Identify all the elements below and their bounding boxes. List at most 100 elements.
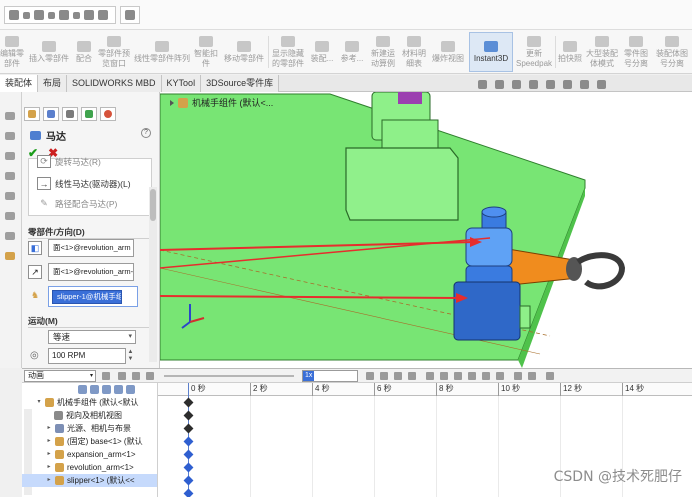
- tree-item-views[interactable]: 视向及相机视图: [22, 409, 157, 422]
- smart-fastener-button[interactable]: 智能扣 件: [192, 32, 220, 72]
- play-from-start-icon[interactable]: [118, 372, 126, 380]
- exploded-view-button[interactable]: 爆炸视图: [430, 32, 466, 72]
- appearance-icon[interactable]: [563, 80, 572, 89]
- insert-component-button[interactable]: 插入零部件: [26, 32, 72, 72]
- move-component-button[interactable]: 移动零部件: [222, 32, 266, 72]
- tab-assembly[interactable]: 装配体: [0, 75, 39, 92]
- model-scene[interactable]: [160, 92, 692, 368]
- large-assembly-button[interactable]: 大型装配 体模式: [585, 32, 619, 72]
- tab-layout[interactable]: 布局: [38, 75, 68, 92]
- strip-icon-3[interactable]: [5, 152, 15, 160]
- strip-icon-2[interactable]: [5, 132, 15, 140]
- mate-button[interactable]: 配合: [74, 32, 94, 72]
- key-point[interactable]: [183, 488, 194, 497]
- calculate-icon[interactable]: [102, 372, 110, 380]
- contact-icon[interactable]: [482, 372, 490, 380]
- tree-item-revolution-arm[interactable]: ▸ revolution_arm<1>: [22, 461, 157, 474]
- new-motion-study-button[interactable]: 新建运 动算例: [368, 32, 398, 72]
- edit-component-button[interactable]: 编辑零 部件: [0, 32, 24, 72]
- tree-item-assembly[interactable]: ▾ 机械手组件 (默认<默认: [22, 396, 157, 409]
- stop-icon[interactable]: [146, 372, 154, 380]
- reverse-direction-icon[interactable]: ↗: [28, 265, 42, 279]
- add-key-icon[interactable]: [408, 372, 416, 380]
- strip-icon-4[interactable]: [5, 172, 15, 180]
- display-manager-tab[interactable]: [100, 107, 116, 121]
- animation-wizard-icon[interactable]: [380, 372, 388, 380]
- study-properties-icon[interactable]: [528, 372, 536, 380]
- direction-field-2[interactable]: 面<1>@revolution_arm-: [48, 263, 134, 281]
- arc-icon[interactable]: [34, 10, 44, 20]
- direction-field-1[interactable]: 面<1>@revolution_arm: [48, 239, 134, 257]
- zoom-icon[interactable]: [478, 80, 487, 89]
- force-icon[interactable]: [468, 372, 476, 380]
- study-type-select[interactable]: 动画 ▾: [24, 370, 96, 382]
- line-icon[interactable]: [9, 10, 19, 20]
- view-orientation-icon[interactable]: [512, 80, 521, 89]
- strip-icon-5[interactable]: [5, 192, 15, 200]
- save-animation-icon[interactable]: [366, 372, 374, 380]
- tree-item-base[interactable]: ▸ (固定) base<1> (默认: [22, 435, 157, 448]
- component-preview-button[interactable]: 零部件预 览窗口: [96, 32, 132, 72]
- snapshot-button[interactable]: 拍快照: [557, 32, 583, 72]
- scroll-thumb[interactable]: [150, 189, 156, 221]
- key-point[interactable]: [183, 449, 194, 460]
- property-manager-tab[interactable]: [43, 107, 59, 121]
- help-icon[interactable]: ?: [141, 128, 151, 138]
- expand-icon[interactable]: ▸: [46, 448, 52, 461]
- component-field[interactable]: slipper-1@机械手组: [52, 290, 122, 304]
- dimxpert-tab[interactable]: [81, 107, 97, 121]
- linear-motor-option[interactable]: → 线性马达(驱动器)(L): [37, 177, 131, 190]
- expand-icon[interactable]: ▸: [46, 435, 52, 448]
- speed-input[interactable]: 100 RPM ▲ ▼: [48, 348, 133, 364]
- pm-scrollbar[interactable]: [149, 187, 157, 362]
- filter-animated-icon[interactable]: [78, 385, 87, 394]
- tab-kytool[interactable]: KYTool: [161, 75, 202, 92]
- reference-geometry-button[interactable]: 参考...: [338, 32, 366, 72]
- rotary-motor-option[interactable]: ⟳ 旋转马达(R): [37, 155, 101, 168]
- key-point[interactable]: [183, 462, 194, 473]
- tab-3dsource[interactable]: 3DSource零件库: [201, 75, 280, 92]
- dot-icon[interactable]: [73, 11, 80, 19]
- config-manager-tab[interactable]: [62, 107, 78, 121]
- tab-mbd[interactable]: SOLIDWORKS MBD: [67, 75, 162, 92]
- key-point[interactable]: [183, 423, 194, 434]
- key-point[interactable]: [183, 436, 194, 447]
- key-point[interactable]: [183, 410, 194, 421]
- strip-icon-8[interactable]: [5, 252, 15, 260]
- plus-icon[interactable]: [48, 11, 55, 19]
- playback-slider[interactable]: [164, 375, 294, 377]
- key-point[interactable]: [183, 475, 194, 486]
- linear-pattern-button[interactable]: 线性零部件阵列: [134, 32, 190, 72]
- strip-icon-7[interactable]: [5, 232, 15, 240]
- mirror-icon[interactable]: [98, 10, 108, 20]
- path-mate-motor-option[interactable]: ✎ 路径配合马达(P): [37, 197, 117, 210]
- update-speedpak-button[interactable]: 更新 Speedpak: [515, 32, 553, 72]
- graphics-viewport[interactable]: 机械手组件 (默认<...: [160, 92, 692, 368]
- tree-item-slipper[interactable]: ▸ slipper<1> (默认<<: [22, 474, 157, 487]
- viewport-title[interactable]: 机械手组件 (默认<...: [170, 96, 273, 109]
- instant3d-button[interactable]: Instant3D: [469, 32, 513, 72]
- feature-manager-tab[interactable]: [24, 107, 40, 121]
- assembly-number-split-button[interactable]: 装配体图 号分离: [653, 32, 691, 72]
- motion-type-select[interactable]: 等速 ▾: [48, 330, 136, 344]
- monitor-icon[interactable]: [597, 80, 606, 89]
- expand-icon[interactable]: ▸: [46, 422, 52, 435]
- filter-selected-icon[interactable]: [102, 385, 111, 394]
- collapse-icon[interactable]: [546, 372, 554, 380]
- gravity-icon[interactable]: [496, 372, 504, 380]
- assembly-features-button[interactable]: 装配...: [308, 32, 336, 72]
- options-icon[interactable]: [125, 10, 135, 20]
- show-hidden-button[interactable]: 显示隐藏 的零部件: [270, 32, 306, 72]
- tree-item-lights[interactable]: ▸ 光源、相机与布景: [22, 422, 157, 435]
- results-icon[interactable]: [514, 372, 522, 380]
- filter-results-icon[interactable]: [114, 385, 123, 394]
- collapse-icon[interactable]: ▾: [36, 396, 42, 409]
- timeline-ruler[interactable]: 0 秒 2 秒 4 秒 6 秒 8 秒 10 秒 12 秒 14 秒: [158, 383, 692, 396]
- spring-icon[interactable]: [440, 372, 448, 380]
- component-direction-header[interactable]: 零部件/方向(D): [28, 226, 85, 238]
- bom-button[interactable]: 材料明 细表: [400, 32, 428, 72]
- motion-header[interactable]: 运动(M): [28, 315, 58, 327]
- play-icon[interactable]: [132, 372, 140, 380]
- damper-icon[interactable]: [454, 372, 462, 380]
- filter-driving-icon[interactable]: [90, 385, 99, 394]
